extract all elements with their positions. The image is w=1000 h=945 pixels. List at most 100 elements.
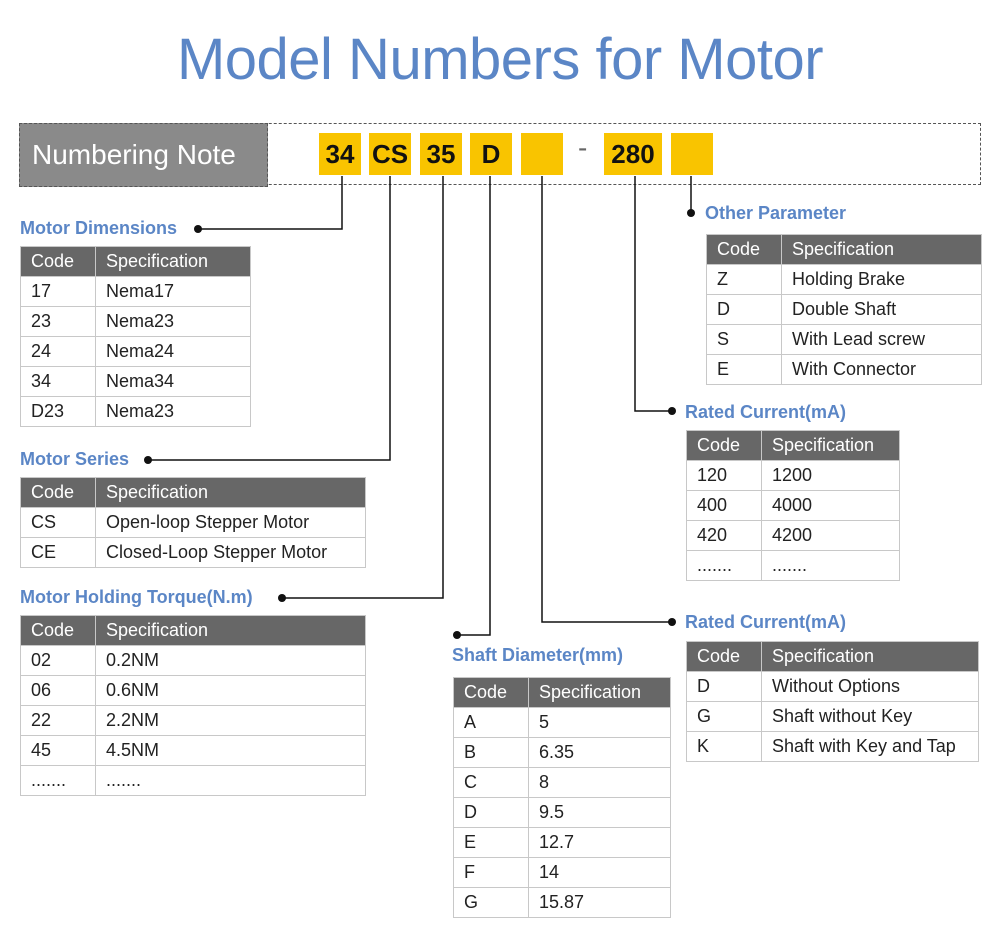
- table-cell: 45: [20, 735, 96, 766]
- table-series: Code Specification CS Open-loop Stepper Mo…: [20, 477, 366, 568]
- table-cell: 14: [528, 857, 671, 888]
- table-cell: With Connector: [781, 354, 982, 385]
- table-row: ..............: [686, 550, 900, 581]
- table-cell: Nema23: [95, 396, 251, 427]
- table-cell: 0.2NM: [95, 645, 366, 676]
- header-spec: Specification: [761, 641, 979, 672]
- table-cell: 4000: [761, 490, 900, 521]
- header-code: Code: [706, 234, 782, 265]
- table-row: 45 4.5NM: [20, 735, 366, 766]
- table-row: 02 0.2NM: [20, 645, 366, 676]
- table-row: D Double Shaft: [706, 294, 982, 325]
- table-cell: Shaft with Key and Tap: [761, 731, 979, 762]
- table-cell: E: [453, 827, 529, 858]
- dot-dimensions: [194, 225, 202, 233]
- table-cell: .......: [95, 765, 366, 796]
- header-code: Code: [686, 430, 762, 461]
- table-row: G 15.87: [453, 887, 671, 918]
- table-shaft: Code Specification A5 B 6.35 C8 D 9.5 E 12.7…: [453, 677, 671, 918]
- table-row: A5: [453, 707, 671, 738]
- table-cell: 4200: [761, 520, 900, 551]
- connector-current: [634, 176, 672, 412]
- table-cell: 9.5: [528, 797, 671, 828]
- table-cell: 2.2NM: [95, 705, 366, 736]
- table-cell: 8: [528, 767, 671, 798]
- table-row: 24 Nema24: [20, 336, 251, 367]
- header-spec: Specification: [528, 677, 671, 708]
- table-cell: K: [686, 731, 762, 762]
- table-cell: Shaft without Key: [761, 701, 979, 732]
- table-row: CS Open-loop Stepper Motor: [20, 507, 366, 538]
- table-cell: 23: [20, 306, 96, 337]
- header-code: Code: [20, 477, 96, 508]
- section-title-other: Other Parameter: [705, 203, 847, 223]
- table-row: B 6.35: [453, 737, 671, 768]
- table-cell: S: [706, 324, 782, 355]
- table-cell: A: [453, 707, 529, 738]
- dot-other: [687, 209, 695, 217]
- dot-current: [668, 407, 676, 415]
- table-cell: 24: [20, 336, 96, 367]
- table-cell: G: [453, 887, 529, 918]
- table-row: C8: [453, 767, 671, 798]
- connector-shaft: [457, 176, 491, 636]
- header-code: Code: [20, 615, 96, 646]
- table-dimensions: Code Specification 17 Nema17 23 Nema23 24 Ne…: [20, 246, 251, 427]
- section-title-current: Rated Current(mA): [685, 402, 847, 422]
- table-row: K Shaft with Key and Tap: [686, 731, 979, 762]
- table-shaft-option: Code Specification D Without Options G Shaf…: [686, 641, 979, 762]
- header-spec: Specification: [95, 615, 366, 646]
- header-spec: Specification: [95, 246, 251, 277]
- table-cell: D: [706, 294, 782, 325]
- section-title-dimensions: Motor Dimensions: [20, 218, 178, 238]
- table-row: Z Holding Brake: [706, 264, 982, 295]
- table-cell: 4.5NM: [95, 735, 366, 766]
- table-row: E 12.7: [453, 827, 671, 858]
- table-row: CE Closed-Loop Stepper Motor: [20, 537, 366, 568]
- table-cell: E: [706, 354, 782, 385]
- table-cell: 400: [686, 490, 762, 521]
- table-cell: Z: [706, 264, 782, 295]
- dot-shaft: [453, 631, 461, 639]
- header-spec: Specification: [761, 430, 900, 461]
- section-title-torque: Motor Holding Torque(N.m): [20, 587, 253, 607]
- table-cell: 34: [20, 366, 96, 397]
- table-cell: .......: [686, 550, 762, 581]
- table-cell: 0.6NM: [95, 675, 366, 706]
- table-row: 34 Nema34: [20, 366, 251, 397]
- table-row: E With Connector: [706, 354, 982, 385]
- table-other: Code Specification Z Holding Brake D Double…: [706, 234, 982, 385]
- table-cell: With Lead screw: [781, 324, 982, 355]
- table-cell: CS: [20, 507, 96, 538]
- section-title-shaft-option: Rated Current(mA): [685, 612, 847, 632]
- connector-shaft-option: [541, 176, 672, 623]
- table-cell: 02: [20, 645, 96, 676]
- table-cell: CE: [20, 537, 96, 568]
- table-cell: Closed-Loop Stepper Motor: [95, 537, 366, 568]
- dot-torque: [278, 594, 286, 602]
- table-torque: Code Specification 02 0.2NM 06 0.6NM 22 2.2N…: [20, 615, 366, 796]
- header-spec: Specification: [95, 477, 366, 508]
- table-cell: 06: [20, 675, 96, 706]
- header-code: Code: [20, 246, 96, 277]
- dot-series: [144, 456, 152, 464]
- table-row: D23 Nema23: [20, 396, 251, 427]
- table-cell: 1200: [761, 460, 900, 491]
- header-code: Code: [686, 641, 762, 672]
- table-cell: 17: [20, 276, 96, 307]
- table-row: 17 Nema17: [20, 276, 251, 307]
- table-cell: .......: [761, 550, 900, 581]
- table-cell: 120: [686, 460, 762, 491]
- table-cell: Double Shaft: [781, 294, 982, 325]
- table-cell: Nema23: [95, 306, 251, 337]
- connector-dimensions: [198, 176, 343, 230]
- table-cell: Without Options: [761, 671, 979, 702]
- table-cell: Nema24: [95, 336, 251, 367]
- table-row: D Without Options: [686, 671, 979, 702]
- section-title-shaft: Shaft Diameter(mm): [452, 645, 624, 665]
- header-code: Code: [453, 677, 529, 708]
- table-row: 22 2.2NM: [20, 705, 366, 736]
- table-cell: C: [453, 767, 529, 798]
- table-row: 420 4200: [686, 520, 900, 551]
- table-cell: G: [686, 701, 762, 732]
